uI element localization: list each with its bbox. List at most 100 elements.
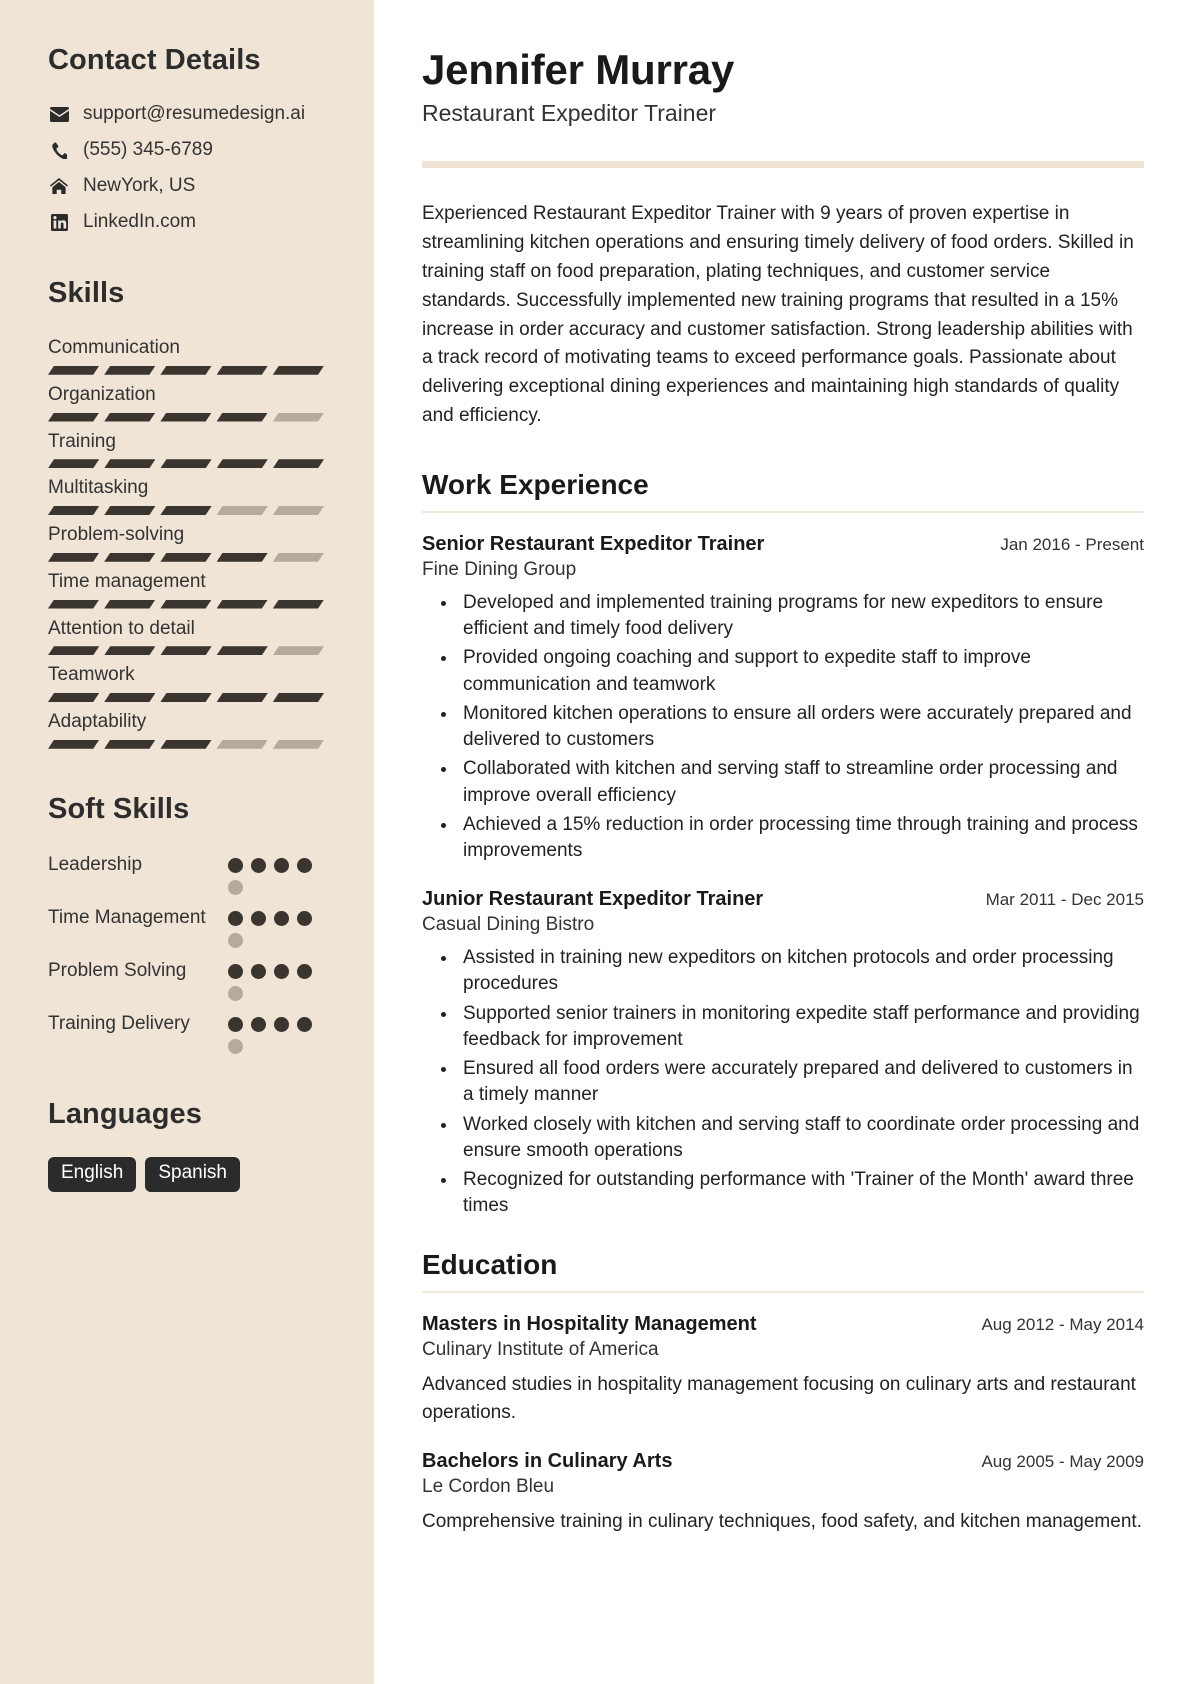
- skill-level-bar: [48, 506, 324, 515]
- skill-level-segment: [160, 506, 211, 515]
- skill-level-segment: [160, 459, 211, 468]
- skill-level-segment: [104, 646, 155, 655]
- skill-level-segment: [217, 459, 268, 468]
- skill-label: Multitasking: [48, 477, 149, 499]
- contact-item[interactable]: support@resumedesign.ai: [48, 103, 338, 125]
- skill-level-segment: [273, 553, 324, 562]
- skill-level-segment: [217, 646, 268, 655]
- soft-skill-rating: [228, 1011, 312, 1054]
- skill-level-segment: [104, 693, 155, 702]
- skill-level-segment: [217, 413, 268, 422]
- skill-level-segment: [273, 366, 324, 375]
- work-entry: Junior Restaurant Expeditor Trainer Mar 2…: [422, 886, 1144, 1219]
- header-divider: [422, 161, 1144, 168]
- job-title: Junior Restaurant Expeditor Trainer: [422, 888, 764, 911]
- rating-dot: [274, 963, 289, 979]
- skill-label: Problem-solving: [48, 524, 185, 545]
- skill-level-segment: [104, 366, 155, 375]
- soft-skill-item: Leadership: [48, 852, 338, 895]
- skill-level-segment: [48, 553, 99, 562]
- contact-item[interactable]: (555) 345-6789: [48, 139, 338, 161]
- rating-dot: [228, 963, 243, 979]
- job-bullet: Ensured all food orders were accurately …: [458, 1056, 1144, 1108]
- skill-label: Communication: [48, 337, 180, 358]
- skill-label: Time management: [48, 570, 206, 592]
- skill-item: Organization: [48, 383, 338, 422]
- skill-level-segment: [48, 740, 99, 749]
- soft-skill-label: Training Delivery: [48, 1012, 190, 1034]
- work-entry: Senior Restaurant Expeditor Trainer Jan 2…: [422, 531, 1144, 864]
- school-name: Le Cordon Bleu: [422, 1476, 555, 1498]
- job-bullet: Collaborated with kitchen and serving st…: [458, 756, 1144, 808]
- envelope-icon: [48, 106, 70, 122]
- skill-item: Communication: [48, 336, 338, 375]
- skill-label: Adaptability: [48, 711, 147, 732]
- job-bullet: Provided ongoing coaching and support to…: [458, 645, 1144, 697]
- skill-item: Training: [48, 430, 338, 469]
- work-experience-heading: Work Experience: [422, 469, 649, 500]
- skill-level-segment: [48, 459, 99, 468]
- skill-level-segment: [48, 366, 99, 375]
- job-bullet: Developed and implemented training progr…: [458, 590, 1144, 642]
- skill-level-segment: [48, 600, 99, 609]
- skill-level-segment: [273, 740, 324, 749]
- rating-dot: [251, 1016, 266, 1032]
- soft-skills-heading: Soft Skills: [48, 792, 190, 825]
- rating-dot: [274, 910, 289, 926]
- skill-level-segment: [160, 366, 211, 375]
- soft-skill-rating: [228, 852, 312, 895]
- language-tag[interactable]: Spanish: [145, 1156, 240, 1192]
- language-tag-list: English Spanish: [48, 1156, 338, 1192]
- candidate-name: Jennifer Murray: [422, 46, 735, 93]
- skill-level-bar: [48, 740, 324, 749]
- soft-skill-rating: [228, 905, 312, 948]
- contact-item-value: (555) 345-6789: [83, 139, 213, 160]
- contact-item[interactable]: NewYork, US: [48, 175, 338, 197]
- soft-skill-item: Problem Solving: [48, 958, 338, 1001]
- skill-item: Multitasking: [48, 476, 338, 515]
- skill-level-segment: [160, 600, 211, 609]
- skill-level-segment: [48, 506, 99, 515]
- job-bullet: Supported senior trainers in monitoring …: [458, 1001, 1144, 1053]
- education-description: Advanced studies in hospitality manageme…: [422, 1374, 1136, 1423]
- job-bullet: Monitored kitchen operations to ensure a…: [458, 701, 1144, 753]
- skill-level-segment: [217, 553, 268, 562]
- education-date-range: Aug 2012 - May 2014: [981, 1315, 1144, 1335]
- education-description: Comprehensive training in culinary techn…: [422, 1511, 1142, 1533]
- skills-heading: Skills: [48, 277, 125, 309]
- skill-level-segment: [273, 459, 324, 468]
- soft-skill-item: Training Delivery: [48, 1011, 338, 1054]
- degree-title: Bachelors in Culinary Arts: [422, 1450, 673, 1473]
- main-content: Jennifer Murray Restaurant Expeditor Tra…: [374, 0, 1200, 1684]
- soft-skill-label: Problem Solving: [48, 959, 187, 981]
- contact-item[interactable]: LinkedIn.com: [48, 211, 338, 233]
- skill-level-segment: [104, 413, 155, 422]
- skill-item: Time management: [48, 570, 338, 609]
- skill-level-bar: [48, 646, 324, 655]
- skill-level-segment: [217, 740, 268, 749]
- school-name: Culinary Institute of America: [422, 1339, 659, 1361]
- rating-dot: [228, 910, 243, 926]
- rating-dot: [228, 932, 243, 948]
- rating-dot: [251, 857, 266, 873]
- skill-item: Adaptability: [48, 710, 338, 749]
- language-tag[interactable]: English: [48, 1156, 137, 1192]
- skill-level-segment: [273, 506, 324, 515]
- resume-page: Contact Details support@resumedesign.ai (…: [0, 0, 1200, 1684]
- soft-skill-rating: [228, 958, 312, 1001]
- company-name: Fine Dining Group: [422, 559, 577, 580]
- contact-list: support@resumedesign.ai (555) 345-6789 New…: [48, 103, 338, 233]
- skill-level-segment: [104, 459, 155, 468]
- job-bullet: Worked closely with kitchen and serving …: [458, 1112, 1144, 1164]
- candidate-role: Restaurant Expeditor Trainer: [422, 100, 717, 126]
- contact-item-value: LinkedIn.com: [83, 211, 197, 232]
- skill-level-segment: [104, 740, 155, 749]
- skill-level-segment: [48, 693, 99, 702]
- section-divider: [422, 511, 1144, 513]
- rating-dot: [251, 910, 266, 926]
- contact-details-heading: Contact Details: [48, 44, 261, 76]
- skill-level-segment: [217, 366, 268, 375]
- rating-dot: [297, 963, 312, 979]
- skill-level-bar: [48, 693, 324, 702]
- education-entry-list: Masters in Hospitality Management Aug 201…: [422, 1311, 1144, 1536]
